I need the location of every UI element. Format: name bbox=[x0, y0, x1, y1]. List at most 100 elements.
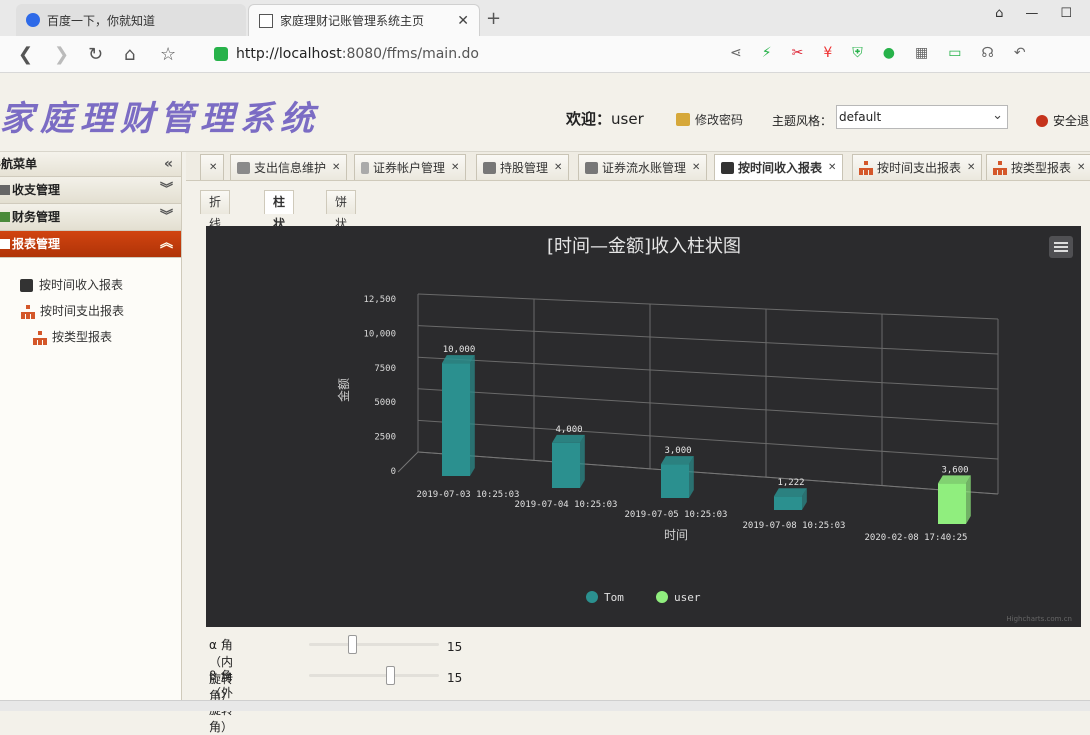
change-password-link[interactable]: 修改密码 bbox=[676, 111, 743, 128]
y-tick-label: 5000 bbox=[374, 398, 396, 408]
battery-icon[interactable]: ▭ bbox=[948, 45, 961, 61]
bar-top-face bbox=[774, 488, 807, 497]
tab-pie-chart[interactable]: 饼状图 bbox=[326, 190, 357, 253]
wechat-icon[interactable]: ● bbox=[883, 45, 895, 61]
url-text: http://localhost:8080/ffms/main.do bbox=[236, 46, 479, 62]
close-icon[interactable]: ✕ bbox=[451, 162, 459, 173]
bar-top-face bbox=[938, 475, 971, 484]
data-label: 10,000 bbox=[443, 345, 476, 355]
ledger-icon bbox=[585, 161, 598, 174]
chart-legend: Tom user bbox=[586, 591, 701, 604]
tab-expense-maintenance[interactable]: 支出信息维护 ✕ bbox=[230, 154, 348, 180]
minimize-icon[interactable]: — bbox=[1025, 6, 1038, 21]
x-tick-label: 2019-07-08 10:25:03 bbox=[743, 521, 846, 531]
bar-front-face bbox=[774, 496, 802, 510]
bar-top-face bbox=[552, 434, 585, 443]
theme-label: 主题风格： bbox=[772, 114, 833, 128]
data-label: 3,000 bbox=[664, 446, 691, 456]
org-chart-icon bbox=[993, 161, 1007, 175]
sidebar-group-reports[interactable]: 报表管理 ︽ bbox=[0, 231, 181, 258]
chart-credits[interactable]: Highcharts.com.cn bbox=[1006, 615, 1072, 623]
sidebar-item-type-report[interactable]: 按类型报表 bbox=[0, 324, 181, 350]
tab-holdings[interactable]: 持股管理 ✕ bbox=[476, 154, 570, 180]
payment-icon[interactable]: ¥ bbox=[823, 45, 832, 61]
sidebar-group-finance[interactable]: 财务管理 ︾ bbox=[0, 204, 181, 231]
chevron-down-icon[interactable]: ︾ bbox=[160, 177, 173, 203]
gridline bbox=[417, 419, 999, 460]
chart-title: [时间—金额]收入柱状图 bbox=[547, 236, 741, 257]
new-tab-icon[interactable]: + bbox=[486, 8, 501, 29]
browser-tab-baidu[interactable]: 百度一下，你就知道 bbox=[16, 4, 246, 36]
flash-icon[interactable]: ⚡ bbox=[762, 45, 772, 61]
content-tab-bar: ✕ 支出信息维护 ✕ 证券帐户管理 ✕ 持股管理 ✕ 证券流水账管理 ✕ 按时间收入报表… bbox=[186, 152, 1090, 181]
close-icon[interactable]: ✕ bbox=[554, 162, 562, 173]
close-tab-icon[interactable]: ✕ bbox=[457, 13, 469, 29]
chart-svg: [时间—金额]收入柱状图 0 2500 5000 7500 10,000 12,500 1… bbox=[336, 236, 1072, 623]
tab-line-chart[interactable]: 折线图 bbox=[200, 190, 231, 253]
chevron-up-icon[interactable]: ︽ bbox=[160, 231, 173, 257]
bar-side-face bbox=[966, 475, 971, 524]
close-icon[interactable]: ✕ bbox=[209, 162, 217, 173]
bookmark-star-icon[interactable]: ☆ bbox=[160, 44, 176, 65]
logout-link[interactable]: 安全退 bbox=[1036, 112, 1089, 129]
welcome-text: 欢迎：user bbox=[566, 110, 644, 128]
close-icon[interactable]: ✕ bbox=[967, 162, 975, 173]
chart-menu-icon[interactable] bbox=[1049, 236, 1073, 258]
browser-toolbar-icons: ⋖ ⚡ ✂ ¥ ⛨ ● ▦ ▭ ☊ ↶ bbox=[730, 45, 1026, 61]
bar-side-face bbox=[580, 434, 585, 488]
report-icon bbox=[0, 239, 10, 249]
alpha-slider-handle[interactable] bbox=[348, 635, 357, 654]
chevron-down-icon[interactable]: ︾ bbox=[160, 204, 173, 230]
back-icon[interactable]: ❮ bbox=[18, 44, 33, 65]
sidebar-title: 导航菜单 bbox=[0, 157, 38, 171]
tab-by-type[interactable]: 按类型报表 ✕ bbox=[986, 154, 1090, 180]
page-favicon-icon bbox=[259, 13, 273, 28]
bar-front-face bbox=[661, 464, 689, 498]
skin-icon[interactable]: ⌂ bbox=[995, 6, 1003, 21]
address-bar[interactable]: http://localhost:8080/ffms/main.do bbox=[214, 41, 714, 67]
password-icon bbox=[676, 113, 690, 126]
reload-icon[interactable]: ↻ bbox=[88, 44, 103, 65]
alpha-slider[interactable] bbox=[309, 635, 439, 654]
theme-select[interactable]: default ⌄ bbox=[836, 105, 1008, 129]
close-icon[interactable]: ✕ bbox=[828, 162, 836, 173]
browser-status-bar bbox=[0, 700, 1090, 711]
chart-bars: 10,000 4,000 3,000 1,222 3,600 bbox=[442, 345, 971, 524]
cut-icon[interactable]: ✂ bbox=[792, 45, 804, 61]
tab-securities-ledger[interactable]: 证券流水账管理 ✕ bbox=[578, 154, 708, 180]
sidebar-item-income-report[interactable]: 按时间收入报表 bbox=[0, 272, 181, 298]
apps-icon[interactable]: ▦ bbox=[915, 45, 928, 61]
sidebar-group-income-expense[interactable]: 收支管理 ︾ bbox=[0, 177, 181, 204]
beta-slider[interactable] bbox=[309, 666, 439, 685]
tab-close-partial[interactable]: ✕ bbox=[200, 154, 224, 180]
bar-top-face bbox=[661, 456, 694, 465]
app-header: 家庭理财管理系统 欢迎：user 修改密码 主题风格： default ⌄ 安全… bbox=[0, 73, 1090, 152]
close-icon[interactable]: ✕ bbox=[692, 162, 700, 173]
browser-tab-bar: 百度一下，你就知道 家庭理财记账管理系统主页 ✕ + ⌂ — ☐ bbox=[0, 0, 1090, 37]
forward-icon[interactable]: ❯ bbox=[54, 44, 69, 65]
data-label: 1,222 bbox=[777, 478, 804, 488]
secure-shield-icon bbox=[214, 47, 228, 61]
home-icon[interactable]: ⌂ bbox=[124, 44, 135, 65]
sidebar-item-expense-report[interactable]: 按时间支出报表 bbox=[0, 298, 181, 324]
axis-floor bbox=[397, 451, 419, 473]
close-icon[interactable]: ✕ bbox=[332, 162, 340, 173]
headphones-icon[interactable]: ☊ bbox=[981, 45, 993, 61]
tab-expense-by-time[interactable]: 按时间支出报表 ✕ bbox=[852, 154, 983, 180]
share-icon[interactable]: ⋖ bbox=[730, 45, 742, 61]
beta-slider-handle[interactable] bbox=[386, 666, 395, 685]
undo-icon[interactable]: ↶ bbox=[1014, 45, 1026, 61]
income-report-icon bbox=[20, 278, 33, 292]
browser-tab-app[interactable]: 家庭理财记账管理系统主页 ✕ bbox=[248, 4, 480, 36]
tab-income-by-time[interactable]: 按时间收入报表 ✕ bbox=[714, 154, 844, 180]
collapse-icon[interactable]: « bbox=[164, 152, 173, 176]
maximize-icon[interactable]: ☐ bbox=[1060, 6, 1072, 21]
x-tick-label: 2019-07-05 10:25:03 bbox=[625, 510, 728, 520]
chevron-down-icon[interactable]: ⌄ bbox=[992, 108, 1003, 123]
close-icon[interactable]: ✕ bbox=[1077, 162, 1085, 173]
x-axis-label: 时间 bbox=[664, 528, 688, 542]
security-icon[interactable]: ⛨ bbox=[852, 45, 863, 61]
tab-bar-chart[interactable]: 柱状图 bbox=[264, 190, 295, 253]
tab-securities-account[interactable]: 证券帐户管理 ✕ bbox=[354, 154, 467, 180]
key-icon bbox=[361, 161, 369, 174]
